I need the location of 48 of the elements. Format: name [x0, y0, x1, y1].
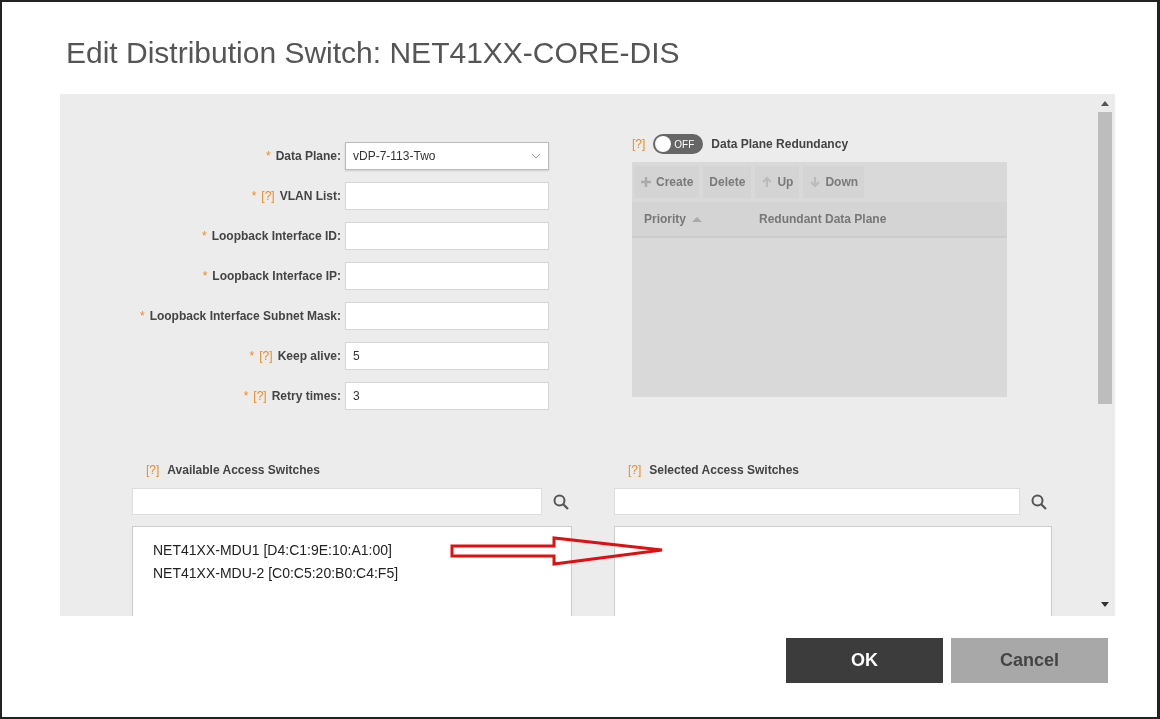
list-label: Selected Access Switches [649, 462, 799, 479]
required-mark: * [202, 268, 208, 285]
required-mark: * [139, 308, 145, 325]
sort-up-icon [692, 216, 702, 222]
input-field[interactable] [345, 222, 549, 250]
ok-button[interactable]: OK [786, 638, 943, 683]
help-link[interactable]: [?] [253, 387, 267, 405]
list-item[interactable]: NET41XX-MDU1 [D4:C1:9E:10:A1:00] [153, 539, 571, 562]
toggle-label: Data Plane Redundancy [711, 136, 849, 153]
field-label: Retry times: [271, 388, 341, 405]
search-icon[interactable] [1031, 493, 1047, 510]
column-header[interactable]: Priority [632, 202, 747, 236]
help-link[interactable]: [?] [259, 347, 273, 365]
input-field[interactable] [345, 262, 549, 290]
help-link[interactable]: [?] [261, 187, 275, 205]
input-field[interactable] [345, 302, 549, 330]
help-link[interactable]: [?] [628, 461, 642, 479]
field-label: Loopback Interface ID: [211, 228, 341, 245]
arrow-up-icon [761, 176, 774, 188]
field-label: Keep alive: [277, 348, 341, 365]
search-field[interactable] [132, 488, 542, 515]
dropdown-field[interactable]: vDP-7-113-Two [345, 142, 549, 170]
plus-icon [640, 176, 652, 188]
dropdown-value: vDP-7-113-Two [353, 148, 436, 165]
column-header[interactable]: Redundant Data Plane [747, 202, 887, 236]
required-mark: * [243, 388, 249, 405]
toggle-switch[interactable]: OFF [653, 134, 704, 154]
field-label: Data Plane: [275, 148, 341, 165]
input-field[interactable]: 5 [345, 342, 549, 370]
required-mark: * [249, 348, 255, 365]
cancel-button[interactable]: Cancel [951, 638, 1108, 683]
required-mark: * [251, 188, 257, 205]
list-item[interactable]: NET41XX-MDU-2 [C0:C5:20:B0:C4:F5] [153, 562, 571, 585]
field-label: Loopback Interface Subnet Mask: [149, 308, 341, 325]
dialog-title: Edit Distribution Switch: NET41XX-CORE-DIS [66, 38, 681, 71]
search-field[interactable] [614, 488, 1020, 515]
chevron-down-icon [531, 153, 541, 159]
field-label: VLAN List: [279, 188, 341, 205]
field-label: Loopback Interface IP: [212, 268, 341, 285]
help-link[interactable]: [?] [146, 461, 160, 479]
required-mark: * [201, 228, 207, 245]
help-link[interactable]: [?] [632, 135, 646, 153]
input-field[interactable] [345, 182, 549, 210]
input-field[interactable]: 3 [345, 382, 549, 410]
search-icon[interactable] [553, 493, 569, 510]
arrow-down-icon [809, 176, 822, 188]
required-mark: * [265, 148, 271, 165]
list-label: Available Access Switches [167, 462, 320, 479]
